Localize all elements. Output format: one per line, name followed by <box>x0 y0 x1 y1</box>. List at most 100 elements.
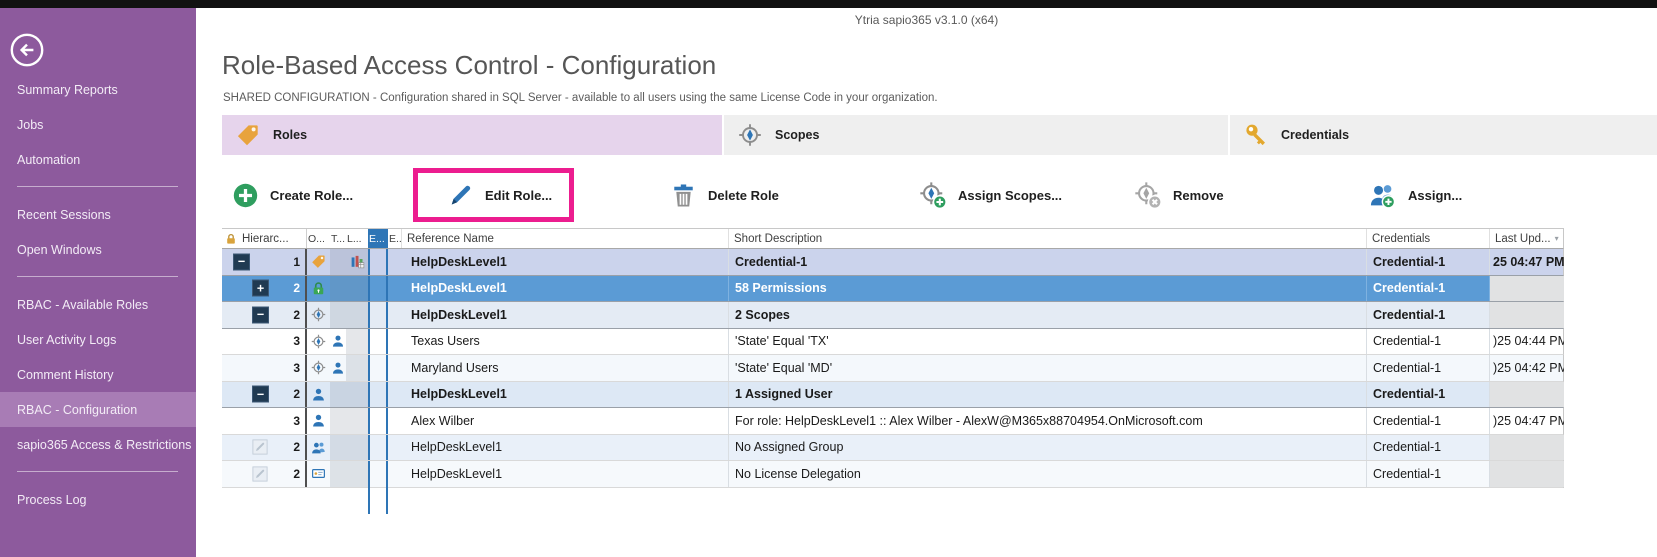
column-header-extra[interactable]: E... <box>388 229 401 248</box>
credentials-cell: Credential-1 <box>1366 302 1489 328</box>
extra-column-cell <box>388 382 401 408</box>
table-row-4[interactable]: 3Texas Users'State' Equal 'TX'Credential… <box>222 329 1564 356</box>
expand-button[interactable]: + <box>252 280 269 297</box>
sidebar-item-automation[interactable]: Automation <box>0 142 196 177</box>
link-icon-cell <box>346 329 368 355</box>
sidebar-item-user-activity-logs[interactable]: User Activity Logs <box>0 322 196 357</box>
credentials: Credential-1 <box>1373 281 1445 295</box>
tab-scopes[interactable]: Scopes <box>724 115 1228 155</box>
column-header-hierarchy[interactable]: Hierarc... <box>222 229 307 248</box>
short-description: 'State' Equal 'TX' <box>735 334 829 348</box>
tab-roles[interactable]: Roles <box>222 115 722 155</box>
short-description: 58 Permissions <box>735 281 827 295</box>
sidebar-item-label: Jobs <box>17 118 43 132</box>
short-description-cell: Credential-1 <box>728 249 1366 275</box>
table-row-3[interactable]: −2HelpDeskLevel12 ScopesCredential-1 <box>222 302 1564 329</box>
sidebar-item-comment-history[interactable]: Comment History <box>0 357 196 392</box>
column-header-last-updated[interactable]: Last Upd...▾ <box>1489 229 1564 248</box>
sidebar-item-label: RBAC - Configuration <box>17 403 137 417</box>
collapse-button[interactable]: − <box>252 306 269 323</box>
table-row-1[interactable]: −1HelpDeskLevel1Credential-1Credential-1… <box>222 249 1564 276</box>
user-icon <box>331 361 345 375</box>
link-icon-cell <box>346 276 368 302</box>
page-subtitle: SHARED CONFIGURATION - Configuration sha… <box>223 92 938 104</box>
type-icon-cell <box>330 435 346 461</box>
short-description: 1 Assigned User <box>735 387 833 401</box>
extra-column-cell <box>388 408 401 434</box>
table-row-6[interactable]: −2HelpDeskLevel11 Assigned UserCredentia… <box>222 382 1564 409</box>
short-description: For role: HelpDeskLevel1 :: Alex Wilber … <box>735 414 1203 428</box>
edit-role-button[interactable]: Edit Role... <box>413 168 574 222</box>
link-icon-cell <box>346 355 368 381</box>
collapse-button[interactable]: − <box>233 253 250 270</box>
sidebar-item-sapio365-access-restrictions[interactable]: sapio365 Access & Restrictions <box>0 427 196 462</box>
sidebar-item-recent-sessions[interactable]: Recent Sessions <box>0 197 196 232</box>
object-icon-cell <box>307 302 330 328</box>
sort-indicator-icon: ▾ <box>1555 234 1559 243</box>
assign-scopes-button[interactable]: Assign Scopes... <box>920 180 1062 210</box>
credentials-cell: Credential-1 <box>1366 408 1489 434</box>
link-icon-cell <box>346 461 368 487</box>
type-icon-cell <box>330 302 346 328</box>
sidebar-divider <box>17 276 178 277</box>
column-header-short-description[interactable]: Short Description <box>728 229 1366 248</box>
object-icon-cell <box>307 435 330 461</box>
remove-scope-button[interactable]: Remove <box>1135 180 1224 210</box>
delete-role-button[interactable]: Delete Role <box>670 180 779 210</box>
table-row-2[interactable]: +2HelpDeskLevel158 PermissionsCredential… <box>222 276 1564 303</box>
column-header-label: L... <box>347 233 362 245</box>
column-header-credentials[interactable]: Credentials <box>1366 229 1489 248</box>
selected-column-cell <box>368 461 388 487</box>
sidebar-item-process-log[interactable]: Process Log <box>0 482 196 517</box>
credentials: Credential-1 <box>1373 414 1441 428</box>
column-header-type[interactable]: T... <box>330 229 346 248</box>
table-row-8[interactable]: 2HelpDeskLevel1No Assigned GroupCredenti… <box>222 435 1564 462</box>
hierarchy-cell: −2 <box>222 382 307 408</box>
sidebar-divider <box>17 186 178 187</box>
link-icon-cell <box>346 249 368 275</box>
column-header-reference-name[interactable]: Reference Name <box>401 229 728 248</box>
create-role-button[interactable]: Create Role... <box>232 180 353 210</box>
last-updated-cell: )25 04:44 PM <box>1489 329 1564 355</box>
table-row-7[interactable]: 3Alex WilberFor role: HelpDeskLevel1 :: … <box>222 408 1564 435</box>
column-header-label: O... <box>308 233 325 245</box>
sidebar-item-rbac-available-roles[interactable]: RBAC - Available Roles <box>0 287 196 322</box>
extra-column-cell <box>388 302 401 328</box>
object-icon-cell <box>307 276 330 302</box>
column-header-label: Credentials <box>1372 233 1430 245</box>
back-button[interactable] <box>9 32 45 68</box>
sidebar-nav: Summary Reports Jobs Automation Recent Sess… <box>0 72 196 517</box>
column-header-selected[interactable]: E... <box>368 229 388 248</box>
type-icon-cell <box>330 249 346 275</box>
collapse-button[interactable]: − <box>252 386 269 403</box>
sidebar-item-jobs[interactable]: Jobs <box>0 107 196 142</box>
user-icon <box>331 334 345 348</box>
table-row-5[interactable]: 3Maryland Users'State' Equal 'MD'Credent… <box>222 355 1564 382</box>
main-panel: Ytria sapio365 v3.1.0 (x64) Role-Based A… <box>196 8 1657 557</box>
sidebar: Summary Reports Jobs Automation Recent Sess… <box>0 8 196 557</box>
assign-user-button[interactable]: Assign... <box>1370 180 1462 210</box>
reference-name: Texas Users <box>411 334 480 348</box>
column-header-label: Short Description <box>734 233 822 245</box>
sidebar-item-label: Recent Sessions <box>17 208 111 222</box>
sidebar-item-summary-reports[interactable]: Summary Reports <box>0 72 196 107</box>
column-header-link[interactable]: L... <box>346 229 368 248</box>
toolbar-button-label: Delete Role <box>708 188 779 203</box>
type-icon-cell <box>330 408 346 434</box>
last-updated-cell: )25 04:42 PM <box>1489 355 1564 381</box>
selected-column-cell <box>368 382 388 408</box>
sidebar-item-open-windows[interactable]: Open Windows <box>0 232 196 267</box>
column-header-object[interactable]: O... <box>307 229 330 248</box>
lock-icon <box>311 281 326 296</box>
tab-credentials[interactable]: Credentials <box>1230 115 1657 155</box>
credentials-cell: Credential-1 <box>1366 382 1489 408</box>
extra-column-cell <box>388 249 401 275</box>
hierarchy-level: 2 <box>293 467 300 481</box>
column-header-label: T... <box>331 233 345 245</box>
hierarchy-cell: 2 <box>222 435 307 461</box>
sidebar-item-rbac-configuration[interactable]: RBAC - Configuration <box>0 392 196 427</box>
credentials-cell: Credential-1 <box>1366 329 1489 355</box>
table-row-9[interactable]: 2HelpDeskLevel1No License DelegationCred… <box>222 461 1564 488</box>
hierarchy-cell: 3 <box>222 355 307 381</box>
sidebar-item-label: Process Log <box>17 493 86 507</box>
